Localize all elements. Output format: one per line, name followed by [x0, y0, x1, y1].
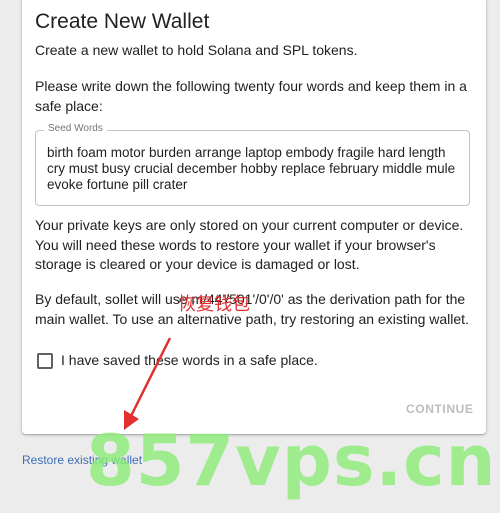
watermark-text: 857vps.cn [86, 420, 497, 502]
